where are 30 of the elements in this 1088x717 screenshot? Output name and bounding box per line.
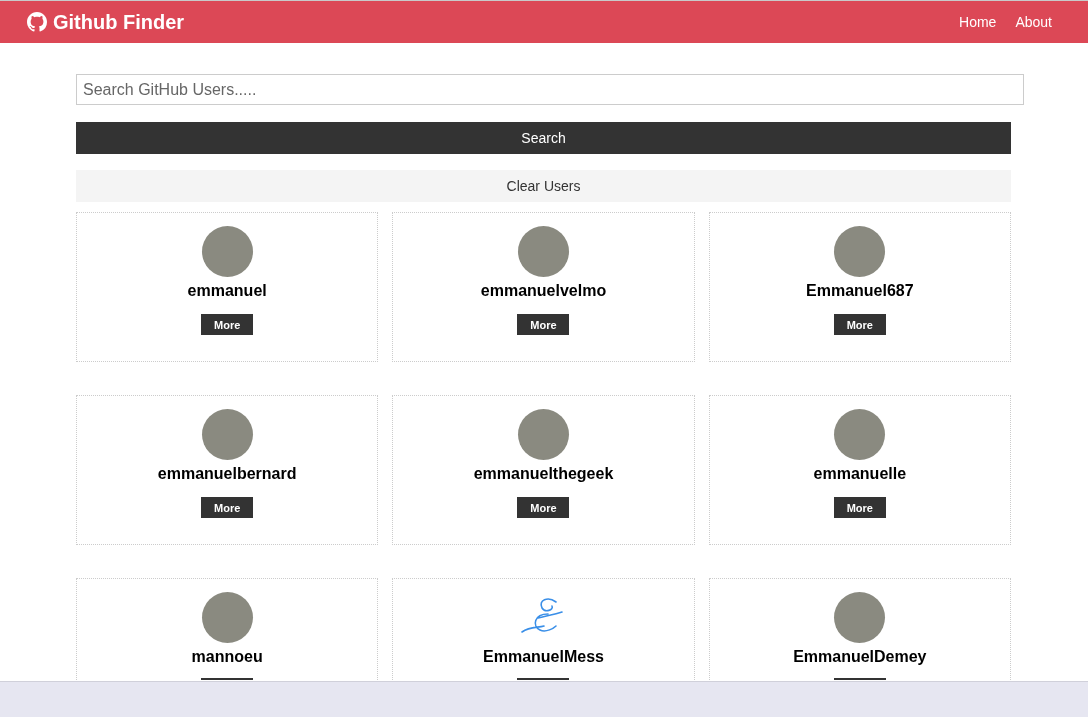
more-button[interactable]: More: [517, 314, 570, 335]
avatar-placeholder: [518, 226, 569, 277]
avatar-placeholder: [518, 409, 569, 460]
app-title: Github Finder: [53, 10, 185, 34]
username: mannoeu: [191, 648, 263, 666]
avatar-placeholder: [834, 226, 886, 277]
clear-users-button[interactable]: Clear Users: [76, 170, 1011, 202]
avatar-placeholder: [834, 409, 886, 460]
username: emmanuel: [187, 282, 267, 300]
nav-link[interactable]: About: [1015, 14, 1052, 30]
username: emmanuelle: [813, 465, 907, 483]
github-logo-icon: [27, 12, 47, 32]
more-button[interactable]: More: [833, 497, 886, 518]
more-button[interactable]: More: [833, 314, 886, 335]
username: EmmanuelDemey: [793, 648, 927, 666]
username: emmanuelthegeek: [473, 465, 614, 483]
more-button[interactable]: More: [201, 314, 254, 335]
avatar-placeholder: [834, 592, 886, 643]
avatar-placeholder: [201, 409, 253, 460]
avatar-placeholder: [201, 226, 253, 277]
username: Emmanuel687: [806, 282, 914, 300]
username: emmanuelbernard: [157, 465, 297, 483]
search-button[interactable]: Search: [76, 122, 1011, 154]
username: emmanuelvelmo: [480, 282, 607, 300]
avatar-placeholder: [201, 592, 253, 643]
more-button[interactable]: More: [201, 497, 254, 518]
more-button[interactable]: More: [517, 497, 570, 518]
username: EmmanuelMess: [483, 648, 604, 666]
search-field[interactable]: Search GitHub Users.....: [76, 74, 1024, 105]
nav-link[interactable]: Home: [959, 14, 997, 30]
